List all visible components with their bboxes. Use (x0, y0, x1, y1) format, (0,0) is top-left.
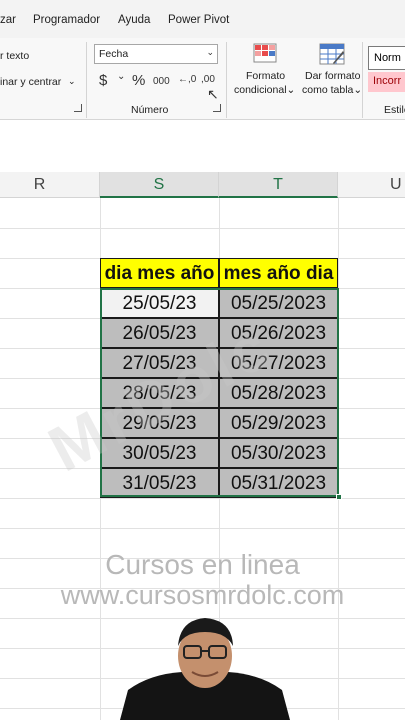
table-format-button[interactable]: Dar formato (305, 70, 360, 82)
table-cell[interactable]: 05/30/2023 (219, 438, 338, 468)
group-divider (86, 42, 87, 118)
table-cell[interactable]: 05/31/2023 (219, 468, 338, 498)
table-cell[interactable]: 31/05/23 (100, 468, 219, 498)
number-format-value: Fecha (99, 48, 129, 60)
tab-ayuda[interactable]: Ayuda (118, 14, 150, 26)
table-cell[interactable]: 25/05/23 (100, 288, 219, 318)
column-header-s[interactable]: S (100, 172, 219, 198)
number-group-label: Número (131, 104, 169, 116)
grid-line (0, 528, 405, 529)
conditional-format-label[interactable]: condicional⌄ (234, 84, 295, 96)
merge-dropdown-icon[interactable]: ⌄ (68, 76, 76, 87)
styles-group-label: Estilo (384, 104, 405, 116)
number-launcher-icon[interactable] (213, 104, 221, 112)
column-header-row: R S T U (0, 172, 405, 198)
decrease-decimal-button[interactable]: ,00 (201, 74, 215, 85)
column-header-u[interactable]: U (338, 172, 405, 198)
ribbon-tab-bar: zar Programador Ayuda Power Pivot (0, 0, 405, 38)
number-format-select[interactable]: Fecha ⌄ (94, 44, 218, 64)
table-cell[interactable]: 05/27/2023 (219, 348, 338, 378)
wrap-text-button[interactable]: r texto (0, 50, 29, 62)
currency-button[interactable]: $ (99, 72, 107, 89)
mouse-cursor-icon: ↖ (207, 86, 219, 102)
table-format-line2: como tabla (302, 84, 354, 96)
overlay-website-text: www.cursosmrdolc.com (60, 580, 345, 610)
group-divider (226, 42, 227, 118)
excel-window: zar Programador Ayuda Power Pivot r text… (0, 0, 405, 720)
table-cell[interactable]: 29/05/23 (100, 408, 219, 438)
tab-insertar[interactable]: zar (0, 14, 16, 26)
currency-dropdown-icon[interactable]: ⌄ (117, 71, 125, 82)
table-cell[interactable]: 05/26/2023 (219, 318, 338, 348)
tab-programador[interactable]: Programador (33, 14, 100, 26)
table-format-icon (319, 43, 345, 65)
header-cell-dia-mes-ano[interactable]: dia mes año (100, 258, 219, 288)
grid-line (338, 198, 339, 720)
table-cell[interactable]: 05/28/2023 (219, 378, 338, 408)
tab-power-pivot[interactable]: Power Pivot (168, 14, 229, 26)
decrease-decimal-label: ,00 (201, 74, 215, 85)
column-header-r[interactable]: R (0, 172, 100, 198)
table-format-label[interactable]: como tabla⌄ (302, 84, 362, 96)
table-cell[interactable]: 05/25/2023 (219, 288, 338, 318)
increase-decimal-button[interactable]: ←,0 (178, 74, 196, 85)
table-cell[interactable]: 28/05/23 (100, 378, 219, 408)
group-divider (362, 42, 363, 118)
formula-area (0, 120, 405, 172)
table-cell[interactable]: 26/05/23 (100, 318, 219, 348)
table-cell[interactable]: 05/29/2023 (219, 408, 338, 438)
header-cell-mes-ano-dia[interactable]: mes año dia (219, 258, 338, 288)
chevron-down-icon: ⌄ (206, 47, 214, 57)
fill-handle[interactable] (336, 494, 342, 500)
style-bad-cell[interactable]: Incorr (368, 72, 405, 92)
percent-button[interactable]: % (132, 72, 145, 89)
alignment-launcher-icon[interactable] (74, 104, 82, 112)
grid-line (0, 228, 405, 229)
grid-line (0, 498, 405, 499)
conditional-format-line2: condicional (234, 84, 287, 96)
conditional-format-icon (253, 43, 277, 63)
ribbon: r texto inar y centrar ⌄ Fecha ⌄ $ ⌄ % 0… (0, 38, 405, 120)
thousands-button[interactable]: 000 (153, 76, 170, 87)
overlay-courses-text: Cursos en linea (105, 549, 300, 580)
table-cell[interactable]: 30/05/23 (100, 438, 219, 468)
column-header-t[interactable]: T (219, 172, 338, 198)
table-cell[interactable]: 27/05/23 (100, 348, 219, 378)
increase-decimal-label: ,0 (188, 74, 197, 85)
merge-center-button[interactable]: inar y centrar (0, 76, 61, 88)
presenter-image (120, 618, 290, 720)
conditional-format-button[interactable]: Formato (246, 70, 285, 82)
style-normal-cell[interactable]: Norm (368, 46, 405, 70)
